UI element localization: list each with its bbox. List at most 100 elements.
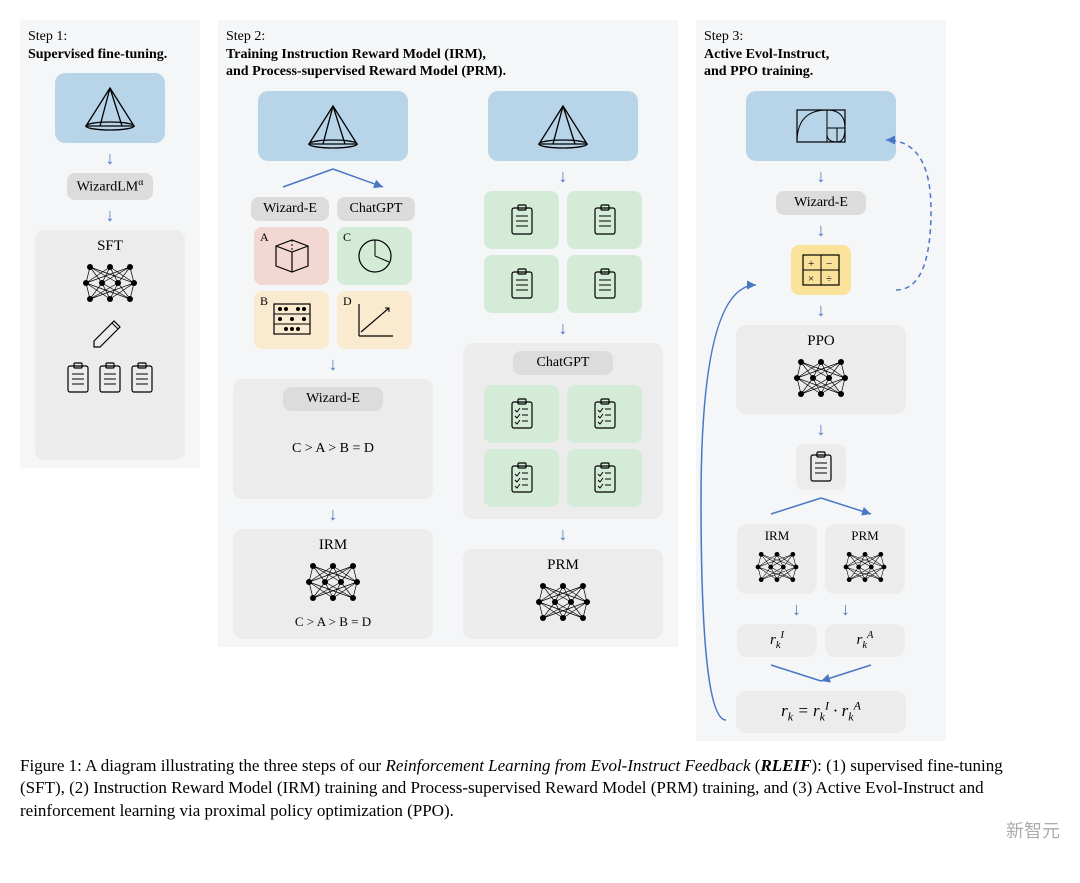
clipboard-tile [484,255,559,313]
arrow-down-icon: ↓ [559,319,568,337]
arrow-down-icon: ↓ [559,167,568,185]
tile-d: D [337,291,412,349]
clipboard-check-tile [484,385,559,443]
clipboard-icon [128,362,156,394]
math-ops-block [791,245,851,295]
network-icon [303,558,363,606]
step2-column: Step 2: Training Instruction Reward Mode… [218,20,678,647]
wizard-e-label: Wizard-E [776,191,866,215]
clipboard-tile [484,191,559,249]
step3-num: Step 3: [704,29,743,44]
arrow-down-icon: ↓ [329,355,338,373]
step1-column: Step 1: Supervised fine-tuning. ↓ Wizard… [20,20,200,468]
arrow-down-icon: ↓ [841,600,850,618]
arrow-down-icon: ↓ [106,149,115,167]
clipboard-check-tile [484,449,559,507]
arrow-down-icon: ↓ [329,505,338,523]
step3-title: Active Evol-Instruct, and PPO training. [704,46,938,81]
irm-label: IRM [241,537,425,554]
clipboard-check-icon [508,462,536,494]
arrow-down-icon: ↓ [817,301,826,319]
network-icon [752,548,802,586]
ppo-box: PPO [736,325,906,414]
math-ops-icon [801,253,841,287]
prm-small-box: PRM [825,524,905,594]
step2-dataset-icon [488,91,638,161]
clipboard-row [43,362,177,394]
caption-body1: A diagram illustrating the three steps o… [82,756,386,775]
clipboard-tile [567,255,642,313]
caption-fignum: Figure 1: [20,756,82,775]
chatgpt-label: ChatGPT [513,351,613,375]
caption-ital: Reinforcement Learning from Evol-Instruc… [385,756,750,775]
clipboard-tile [567,191,642,249]
clipboard-single [796,444,846,490]
clipboard-check-icon [591,398,619,430]
clipboard-check-icon [508,398,536,430]
clipboard-icon [591,204,619,236]
tile-c: C [337,227,412,285]
pie-icon [351,232,399,280]
rk-i-box: rkI [737,624,817,657]
prm-label: PRM [471,557,655,574]
graph-icon [351,296,399,344]
step1-num: Step 1: [28,29,67,44]
arrow-down-icon: ↓ [817,221,826,239]
step2-dataset-icon [258,91,408,161]
irm-subcolumn: Wizard-E ChatGPT A C B [238,91,428,639]
prm-label: PRM [829,528,901,544]
irm-label: IRM [741,528,813,544]
clipboard-check-tile [567,385,642,443]
step2-num: Step 2: [226,29,265,44]
arrow-down-icon: ↓ [559,525,568,543]
wizard-e-label: Wizard-E [283,387,383,411]
rk-a-box: rkA [825,624,905,657]
prm-box: PRM [463,549,663,639]
arrow-down-icon: ↓ [106,206,115,224]
clipboard-icon [96,362,124,394]
clipboard-check-tile [567,449,642,507]
step3-header: Step 3: Active Evol-Instruct, and PPO tr… [704,28,938,81]
clipboard-icon [807,451,835,483]
clipboard-icon [508,204,536,236]
merge-arrows-icon [736,663,906,685]
reward-equation: rk = rkI · rkA [736,691,906,733]
arrow-down-icon: ↓ [817,420,826,438]
abacus-icon [268,296,316,344]
step3-column: Step 3: Active Evol-Instruct, and PPO tr… [696,20,946,741]
cube-icon [268,232,316,280]
arrow-down-icon: ↓ [792,600,801,618]
clipboard-check-icon [591,462,619,494]
prm-subcolumn: ↓ ↓ ChatGPT [468,91,658,639]
irm-box: IRM C > A > B = D [233,529,433,639]
pencil-icon [90,311,130,351]
sft-box: SFT [35,230,185,460]
watermark: 新智元 [1006,817,1060,843]
step1-dataset-icon [55,73,165,143]
clipboard-icon [64,362,92,394]
branch-arrows-icon [736,496,906,518]
tile-a: A [254,227,329,285]
step2-header: Step 2: Training Instruction Reward Mode… [226,28,670,81]
step3-dataset-icon [746,91,896,161]
figure-caption: Figure 1: A diagram illustrating the thr… [20,755,1020,824]
network-icon [533,578,593,626]
step1-header: Step 1: Supervised fine-tuning. [28,28,192,63]
chatgpt-check-box: ChatGPT [463,343,663,519]
tile-b: B [254,291,329,349]
network-icon [840,548,890,586]
network-icon [80,259,140,307]
step2-title: Training Instruction Reward Model (IRM),… [226,46,670,81]
arrow-down-icon: ↓ [817,167,826,185]
chatgpt-label: ChatGPT [337,197,415,221]
clipboard-icon [508,268,536,300]
rank-text: C > A > B = D [241,614,425,630]
caption-bold: RLEIF [760,756,811,775]
rank-text: C > A > B = D [241,441,425,457]
ppo-label: PPO [744,333,898,350]
wizard-e-rank-box: Wizard-E C > A > B = D [233,379,433,499]
step1-title: Supervised fine-tuning. [28,46,192,64]
branch-arrows-icon [253,167,413,191]
clipboard-icon [591,268,619,300]
wizard-e-label: Wizard-E [251,197,329,221]
